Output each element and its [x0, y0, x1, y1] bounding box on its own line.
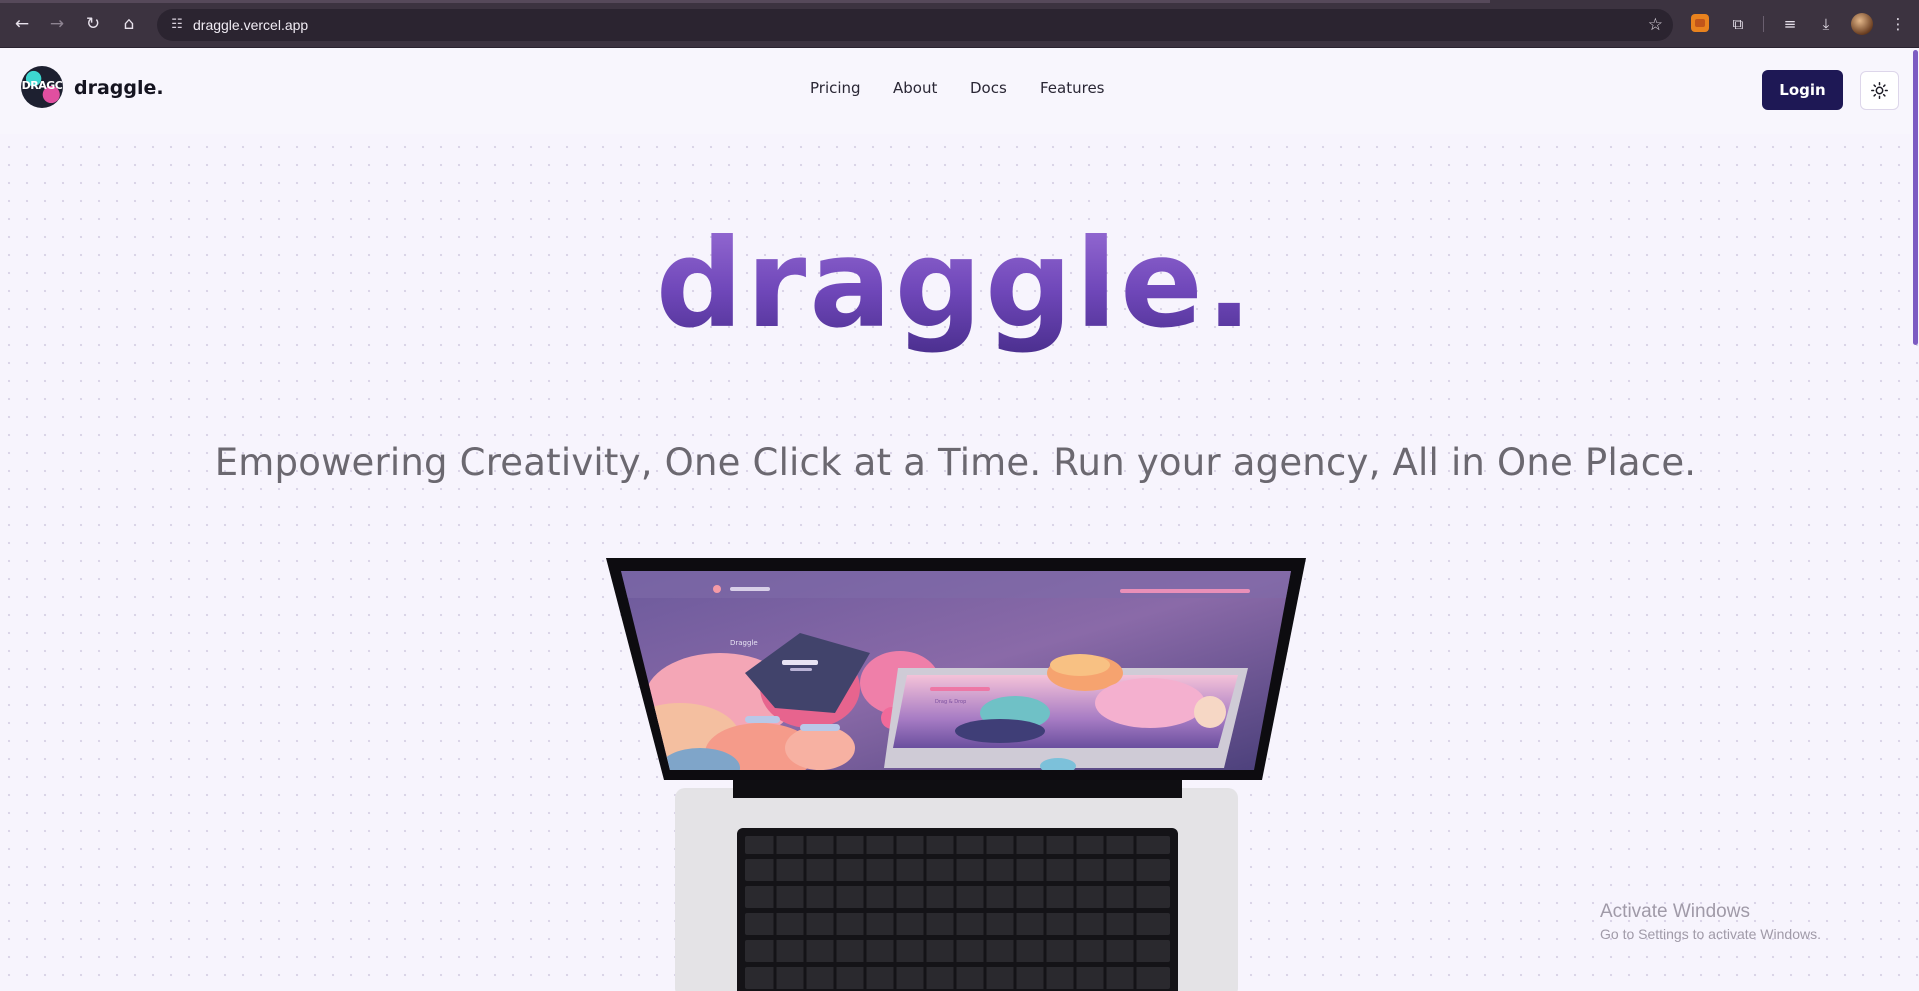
tab-strip-edge — [0, 0, 1490, 3]
laptop-illustration: Draggle Drag & Drop — [606, 558, 1306, 991]
toolbar-divider — [1763, 16, 1764, 32]
profile-avatar[interactable] — [1851, 13, 1873, 35]
browser-toolbar: ← → ↻ ⌂ ☷ draggle.vercel.app ☆ ⧉ ≡ ⤓ ⋮ — [0, 0, 1919, 48]
url-text[interactable]: draggle.vercel.app — [193, 16, 308, 34]
page: DRAGC draggle. Pricing About Docs Featur… — [0, 48, 1919, 991]
page-scrollbar[interactable] — [1911, 48, 1919, 991]
address-bar[interactable]: ☷ draggle.vercel.app ☆ — [157, 9, 1673, 41]
site-info-icon[interactable]: ☷ — [167, 15, 187, 35]
laptop-screen-app-name: Draggle — [730, 639, 758, 647]
windows-activation-watermark: Activate Windows Go to Settings to activ… — [1600, 900, 1821, 944]
browser-menu-icon[interactable]: ⋮ — [1886, 12, 1910, 36]
forward-button[interactable]: → — [45, 12, 69, 36]
bookmark-star-icon[interactable]: ☆ — [1648, 14, 1663, 36]
laptop-hinge — [733, 778, 1182, 798]
watermark-subtitle: Go to Settings to activate Windows. — [1600, 926, 1821, 942]
reload-button[interactable]: ↻ — [81, 12, 105, 36]
back-button[interactable]: ← — [10, 12, 34, 36]
laptop-monitor-caption: Drag & Drop — [935, 699, 966, 705]
scrollbar-thumb[interactable] — [1913, 50, 1918, 345]
downloads-icon[interactable]: ⤓ — [1814, 12, 1838, 36]
extensions-puzzle-icon[interactable]: ⧉ — [1726, 12, 1750, 36]
watermark-title: Activate Windows — [1600, 901, 1750, 922]
home-button[interactable]: ⌂ — [117, 12, 141, 36]
media-controls-icon[interactable]: ≡ — [1778, 12, 1802, 36]
metamask-extension-icon[interactable] — [1691, 14, 1709, 32]
